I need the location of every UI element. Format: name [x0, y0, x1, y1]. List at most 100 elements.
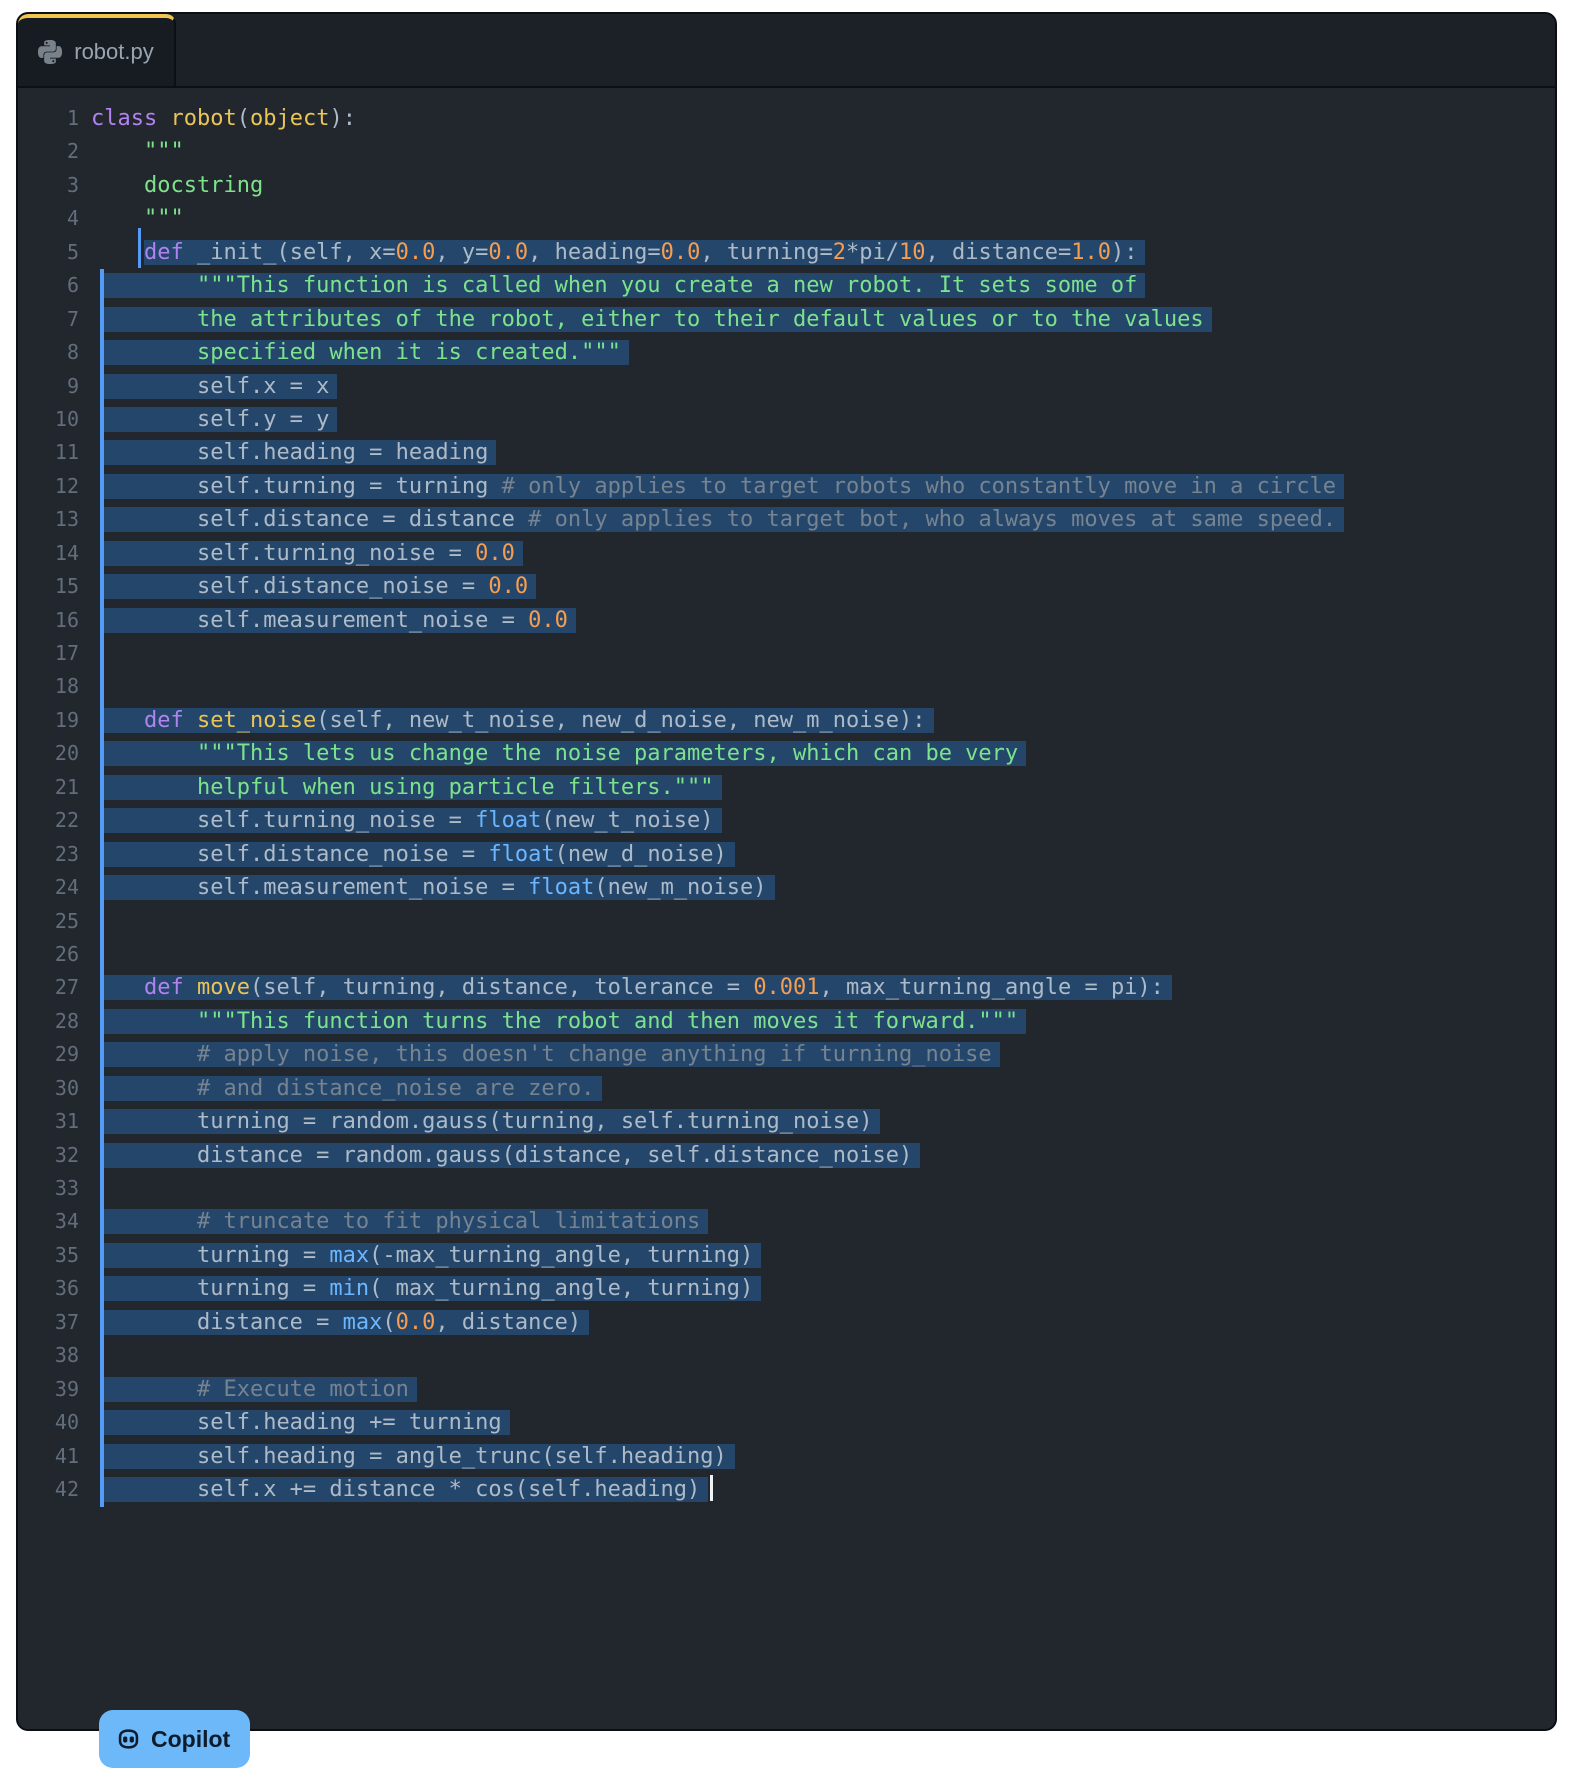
- line-number[interactable]: 29: [18, 1038, 79, 1071]
- line-number[interactable]: 26: [18, 938, 79, 971]
- code-line[interactable]: 10 self.y = y: [18, 403, 1555, 436]
- code-line-text: # Execute motion: [91, 1373, 417, 1406]
- selection-edge-strip: [100, 269, 104, 1507]
- code-line[interactable]: 27 def move(self, turning, distance, tol…: [18, 971, 1555, 1004]
- line-number[interactable]: 11: [18, 436, 79, 469]
- line-number[interactable]: 42: [18, 1473, 79, 1506]
- line-number[interactable]: 18: [18, 670, 79, 703]
- line-number[interactable]: 9: [18, 370, 79, 403]
- line-number[interactable]: 14: [18, 537, 79, 570]
- code-line[interactable]: 2 """: [18, 135, 1555, 168]
- code-line[interactable]: 34 # truncate to fit physical limitation…: [18, 1205, 1555, 1238]
- code-line[interactable]: 31 turning = random.gauss(turning, self.…: [18, 1105, 1555, 1138]
- line-number[interactable]: 24: [18, 871, 79, 904]
- code-line[interactable]: 39 # Execute motion: [18, 1373, 1555, 1406]
- code-line[interactable]: 9 self.x = x: [18, 370, 1555, 403]
- line-number[interactable]: 32: [18, 1139, 79, 1172]
- line-number[interactable]: 19: [18, 704, 79, 737]
- code-line[interactable]: 14 self.turning_noise = 0.0: [18, 537, 1555, 570]
- code-line[interactable]: 33: [18, 1172, 1555, 1205]
- line-number[interactable]: 5: [18, 236, 79, 269]
- line-number[interactable]: 10: [18, 403, 79, 436]
- line-number[interactable]: 7: [18, 303, 79, 336]
- code-line[interactable]: 16 self.measurement_noise = 0.0: [18, 604, 1555, 637]
- code-line-text: self.turning = turning # only applies to…: [91, 470, 1344, 503]
- line-number[interactable]: 40: [18, 1406, 79, 1439]
- copilot-button[interactable]: Copilot: [99, 1710, 250, 1768]
- code-line[interactable]: 6 """This function is called when you cr…: [18, 269, 1555, 302]
- code-line[interactable]: 35 turning = max(-max_turning_angle, tur…: [18, 1239, 1555, 1272]
- code-line[interactable]: 28 """This function turns the robot and …: [18, 1005, 1555, 1038]
- line-number[interactable]: 2: [18, 135, 79, 168]
- code-line[interactable]: 19 def set_noise(self, new_t_noise, new_…: [18, 704, 1555, 737]
- code-line[interactable]: 26: [18, 938, 1555, 971]
- code-line-text: self.heading = heading: [91, 436, 496, 469]
- line-number[interactable]: 37: [18, 1306, 79, 1339]
- code-line[interactable]: 41 self.heading = angle_trunc(self.headi…: [18, 1440, 1555, 1473]
- line-number[interactable]: 1: [18, 102, 79, 135]
- code-line[interactable]: 8 specified when it is created.""": [18, 336, 1555, 369]
- line-number[interactable]: 27: [18, 971, 79, 1004]
- copilot-icon: [115, 1726, 142, 1753]
- code-line-text: # truncate to fit physical limitations: [91, 1205, 708, 1238]
- code-line[interactable]: 17: [18, 637, 1555, 670]
- line-number[interactable]: 16: [18, 604, 79, 637]
- code-line-text: turning = random.gauss(turning, self.tur…: [91, 1105, 880, 1138]
- line-number[interactable]: 33: [18, 1172, 79, 1205]
- code-line[interactable]: 11 self.heading = heading: [18, 436, 1555, 469]
- text-cursor: [710, 1475, 713, 1501]
- tab-robot-py[interactable]: robot.py: [18, 14, 176, 86]
- code-line[interactable]: 4 """: [18, 202, 1555, 235]
- code-line[interactable]: 36 turning = min( max_turning_angle, tur…: [18, 1272, 1555, 1305]
- line-number[interactable]: 12: [18, 470, 79, 503]
- line-number[interactable]: 20: [18, 737, 79, 770]
- code-line[interactable]: 20 """This lets us change the noise para…: [18, 737, 1555, 770]
- line-number[interactable]: 23: [18, 838, 79, 871]
- code-line[interactable]: 21 helpful when using particle filters."…: [18, 771, 1555, 804]
- code-line[interactable]: 37 distance = max(0.0, distance): [18, 1306, 1555, 1339]
- code-line[interactable]: 32 distance = random.gauss(distance, sel…: [18, 1139, 1555, 1172]
- line-number[interactable]: 17: [18, 637, 79, 670]
- line-number[interactable]: 39: [18, 1373, 79, 1406]
- line-number[interactable]: 34: [18, 1205, 79, 1238]
- line-number[interactable]: 38: [18, 1339, 79, 1372]
- line-number[interactable]: 15: [18, 570, 79, 603]
- code-line[interactable]: 12 self.turning = turning # only applies…: [18, 470, 1555, 503]
- code-line[interactable]: 1class robot(object):: [18, 102, 1555, 135]
- code-line[interactable]: 40 self.heading += turning: [18, 1406, 1555, 1439]
- line-number[interactable]: 31: [18, 1105, 79, 1138]
- line-number[interactable]: 36: [18, 1272, 79, 1305]
- code-line[interactable]: 24 self.measurement_noise = float(new_m_…: [18, 871, 1555, 904]
- code-line[interactable]: 42 self.x += distance * cos(self.heading…: [18, 1473, 1555, 1506]
- code-line[interactable]: 13 self.distance = distance # only appli…: [18, 503, 1555, 536]
- line-number[interactable]: 13: [18, 503, 79, 536]
- code-line-text: distance = random.gauss(distance, self.d…: [91, 1139, 920, 1172]
- line-number[interactable]: 25: [18, 905, 79, 938]
- line-number[interactable]: 30: [18, 1072, 79, 1105]
- code-line[interactable]: 7 the attributes of the robot, either to…: [18, 303, 1555, 336]
- line-number[interactable]: 4: [18, 202, 79, 235]
- code-line-text: self.y = y: [91, 403, 337, 436]
- code-line[interactable]: 15 self.distance_noise = 0.0: [18, 570, 1555, 603]
- line-number[interactable]: 6: [18, 269, 79, 302]
- code-area[interactable]: 1class robot(object):2 """3 docstring4 "…: [18, 88, 1555, 1731]
- code-line[interactable]: 30 # and distance_noise are zero.: [18, 1072, 1555, 1105]
- code-line[interactable]: 25: [18, 905, 1555, 938]
- code-line[interactable]: 3 docstring: [18, 169, 1555, 202]
- code-line[interactable]: 23 self.distance_noise = float(new_d_noi…: [18, 838, 1555, 871]
- code-line[interactable]: 38: [18, 1339, 1555, 1372]
- code-line[interactable]: 22 self.turning_noise = float(new_t_nois…: [18, 804, 1555, 837]
- line-number[interactable]: 3: [18, 169, 79, 202]
- line-number[interactable]: 35: [18, 1239, 79, 1272]
- code-line-text: self.turning_noise = 0.0: [91, 537, 523, 570]
- code-line-text: self.distance = distance # only applies …: [91, 503, 1344, 536]
- line-number[interactable]: 22: [18, 804, 79, 837]
- code-line[interactable]: 5 def _init_(self, x=0.0, y=0.0, heading…: [18, 236, 1555, 269]
- code-line[interactable]: 18: [18, 670, 1555, 703]
- line-number[interactable]: 21: [18, 771, 79, 804]
- code-line[interactable]: 29 # apply noise, this doesn't change an…: [18, 1038, 1555, 1071]
- line-number[interactable]: 8: [18, 336, 79, 369]
- line-number[interactable]: 41: [18, 1440, 79, 1473]
- line-number[interactable]: 28: [18, 1005, 79, 1038]
- code-line-text: self.heading = angle_trunc(self.heading): [91, 1440, 735, 1473]
